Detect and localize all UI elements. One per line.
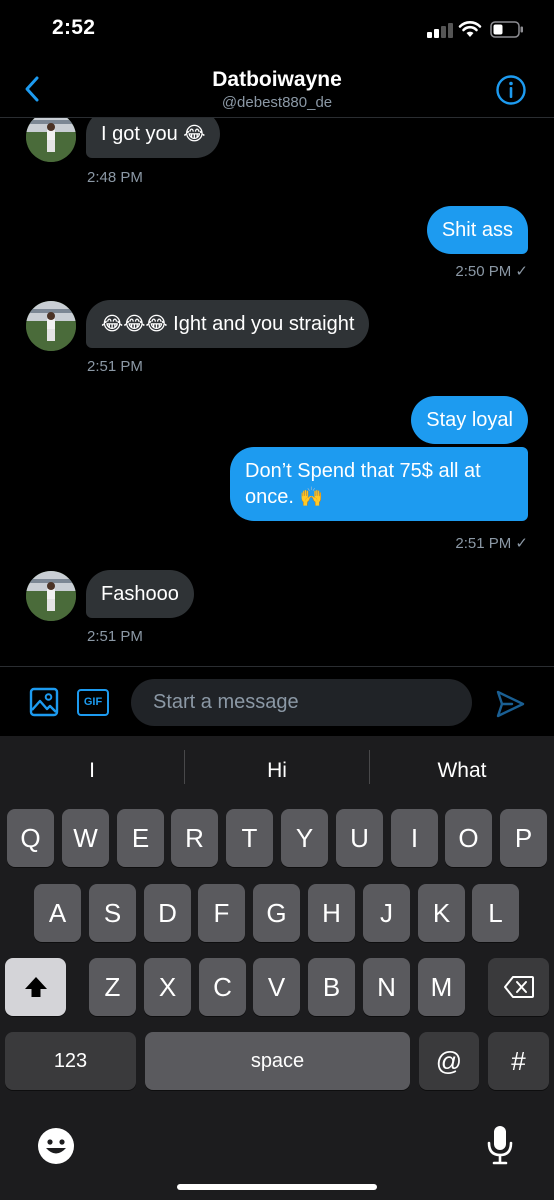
incoming-message-bubble[interactable]: 😂😂😂 Ight and you straight <box>86 300 370 348</box>
status-time: 2:52 <box>52 16 96 39</box>
outgoing-message-bubble[interactable]: Don’t Spend that 75$ all at once. 🙌 <box>230 447 528 521</box>
key-n[interactable]: N <box>363 958 410 1016</box>
emoji-icon[interactable] <box>37 1127 75 1165</box>
message-text: I got you <box>101 123 178 145</box>
message-composer: GIF <box>0 666 554 736</box>
avatar[interactable] <box>26 301 76 351</box>
hash-key[interactable]: # <box>488 1032 549 1090</box>
status-bar: 2:52 <box>0 0 554 60</box>
key-o[interactable]: O <box>445 809 492 867</box>
key-s[interactable]: S <box>89 884 136 942</box>
battery-icon <box>490 21 523 38</box>
laughing-emoji: 😂 <box>183 123 206 145</box>
at-key[interactable]: @ <box>419 1032 479 1090</box>
key-j[interactable]: J <box>363 884 410 942</box>
message-text: Shit ass <box>441 219 513 241</box>
key-k[interactable]: K <box>418 884 465 942</box>
key-c[interactable]: C <box>199 958 246 1016</box>
conversation-handle[interactable]: @debest880_de <box>0 94 554 111</box>
suggestion-item[interactable]: Hi <box>185 736 369 802</box>
message-timestamp: 2:48 PM <box>87 169 143 186</box>
message-text: Ight and you straight <box>173 313 355 335</box>
gif-button[interactable]: GIF <box>77 689 109 716</box>
message-text: Fashooo <box>101 583 179 605</box>
message-text: Stay loyal <box>426 409 513 431</box>
numbers-key[interactable]: 123 <box>5 1032 136 1090</box>
key-m[interactable]: M <box>418 958 465 1016</box>
home-indicator[interactable] <box>177 1184 377 1190</box>
shift-key[interactable] <box>5 958 66 1016</box>
key-p[interactable]: P <box>500 809 547 867</box>
laughing-emoji: 😂😂😂 <box>101 313 168 335</box>
key-y[interactable]: Y <box>281 809 328 867</box>
conversation-header: Datboiwayne @debest880_de <box>0 60 554 118</box>
outgoing-message-bubble[interactable]: Shit ass <box>426 206 528 254</box>
message-input[interactable] <box>131 679 472 726</box>
key-v[interactable]: V <box>253 958 300 1016</box>
cellular-signal-icon <box>427 22 453 38</box>
message-timestamp: 2:51 PM <box>87 628 143 645</box>
incoming-message-bubble[interactable]: I got you 😂 <box>86 118 221 158</box>
key-a[interactable]: A <box>34 884 81 942</box>
microphone-icon[interactable] <box>485 1124 515 1166</box>
suggestion-item[interactable]: What <box>370 736 554 802</box>
space-key[interactable]: space <box>145 1032 410 1090</box>
key-e[interactable]: E <box>117 809 164 867</box>
message-text: Don’t Spend that 75$ all at once. <box>245 460 481 508</box>
message-timestamp: 2:50 PM ✓ <box>455 263 528 280</box>
avatar[interactable] <box>26 571 76 621</box>
key-z[interactable]: Z <box>89 958 136 1016</box>
key-q[interactable]: Q <box>7 809 54 867</box>
key-t[interactable]: T <box>226 809 273 867</box>
delete-key[interactable] <box>488 958 549 1016</box>
key-h[interactable]: H <box>308 884 355 942</box>
key-i[interactable]: I <box>391 809 438 867</box>
key-g[interactable]: G <box>253 884 300 942</box>
image-icon[interactable] <box>29 687 59 717</box>
conversation-title[interactable]: Datboiwayne <box>0 68 554 92</box>
shift-arrow-icon <box>24 977 47 997</box>
send-icon[interactable] <box>494 688 526 720</box>
key-u[interactable]: U <box>336 809 383 867</box>
key-f[interactable]: F <box>198 884 245 942</box>
key-d[interactable]: D <box>144 884 191 942</box>
key-w[interactable]: W <box>62 809 109 867</box>
key-x[interactable]: X <box>144 958 191 1016</box>
avatar[interactable] <box>26 118 76 162</box>
message-list[interactable]: I got you 😂 2:48 PM Shit ass 2:50 PM ✓ 😂… <box>0 118 554 666</box>
backspace-icon <box>503 976 534 998</box>
key-b[interactable]: B <box>308 958 355 1016</box>
predictive-text-bar: I Hi What <box>0 736 554 802</box>
incoming-message-bubble[interactable]: Fashooo <box>86 570 194 618</box>
message-timestamp: 2:51 PM <box>87 358 143 375</box>
suggestion-item[interactable]: I <box>0 736 184 802</box>
key-r[interactable]: R <box>171 809 218 867</box>
wifi-icon <box>458 21 482 37</box>
info-icon[interactable] <box>495 74 527 106</box>
key-l[interactable]: L <box>472 884 519 942</box>
message-timestamp: 2:51 PM ✓ <box>455 535 528 552</box>
outgoing-message-bubble[interactable]: Stay loyal <box>411 396 528 444</box>
raised-hands-emoji: 🙌 <box>299 486 324 508</box>
